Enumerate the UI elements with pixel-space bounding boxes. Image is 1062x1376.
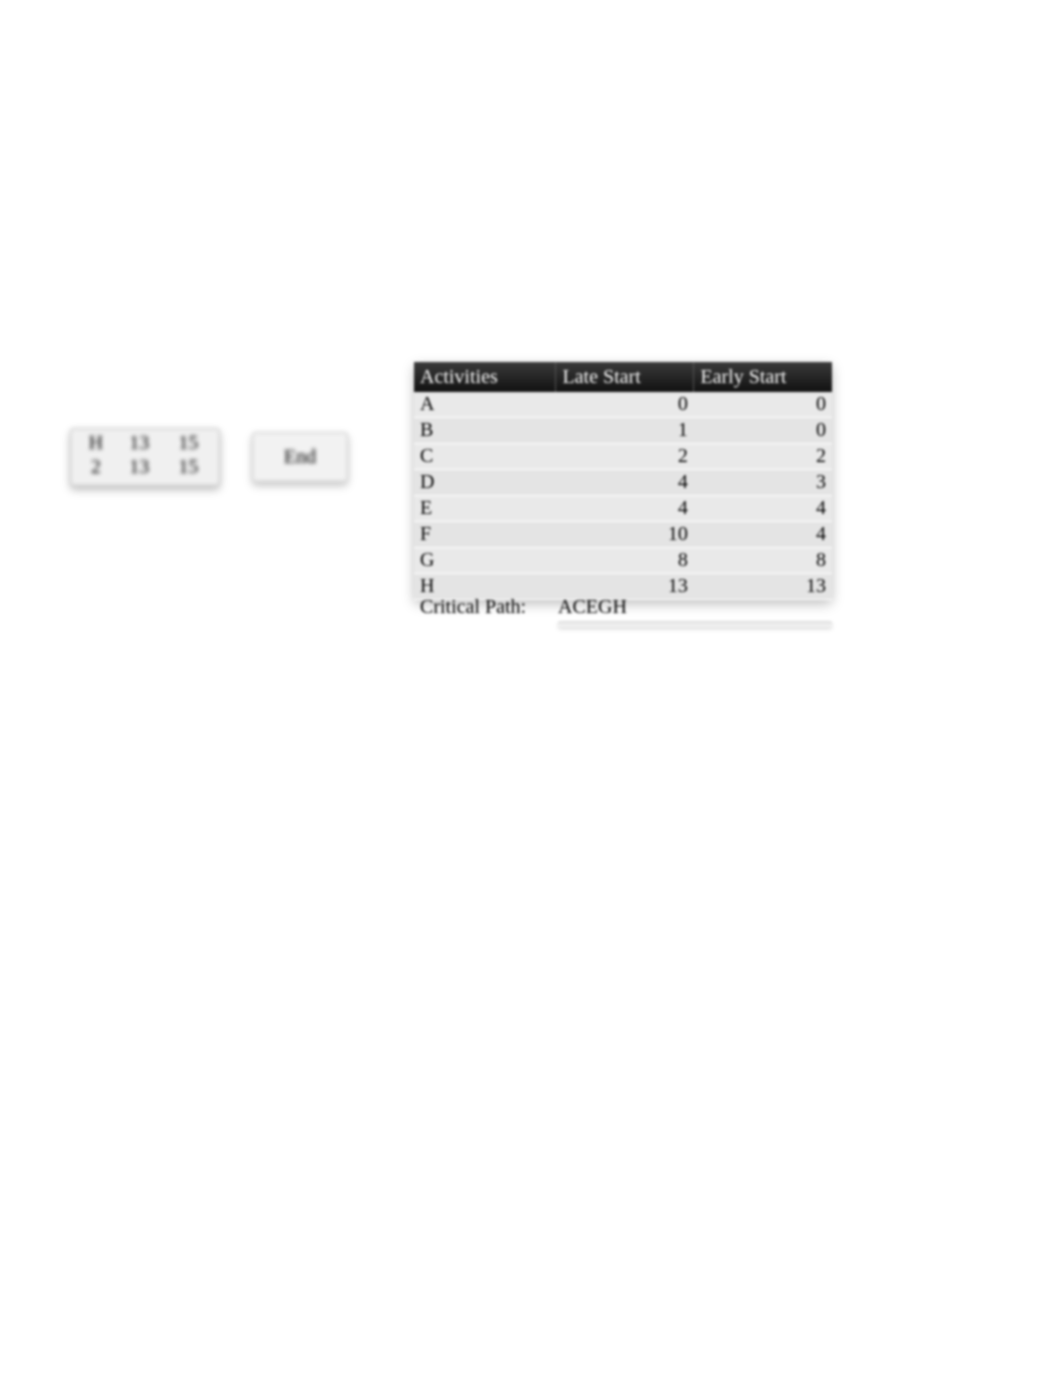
cell-early-start: 8 <box>694 548 832 574</box>
cell-late-start: 8 <box>556 548 694 574</box>
cell-late-start: 0 <box>556 392 694 418</box>
cell-early-start: 0 <box>694 392 832 418</box>
schedule-table: Activities Late Start Early Start A00B10… <box>414 362 832 600</box>
cell-activity: B <box>414 418 556 444</box>
table-row: E44 <box>414 496 832 522</box>
table-row: D43 <box>414 470 832 496</box>
table-row: F104 <box>414 522 832 548</box>
critical-path-underline <box>558 621 832 627</box>
cell-late-start: 4 <box>556 470 694 496</box>
cell-late-start: 1 <box>556 418 694 444</box>
node-h-es: 13 <box>115 431 164 455</box>
cell-activity: D <box>414 470 556 496</box>
cell-activity: C <box>414 444 556 470</box>
node-h-label: H <box>77 431 115 455</box>
cell-early-start: 3 <box>694 470 832 496</box>
header-late-start: Late Start <box>556 362 694 392</box>
table-row: G88 <box>414 548 832 574</box>
cell-activity: A <box>414 392 556 418</box>
critical-path-row: Critical Path: ACEGH <box>420 596 832 627</box>
header-early-start: Early Start <box>694 362 832 392</box>
critical-path-value: ACEGH <box>558 596 627 619</box>
cell-activity: E <box>414 496 556 522</box>
node-h-duration: 2 <box>77 455 115 479</box>
cell-activity: G <box>414 548 556 574</box>
activity-node-h: H 13 15 2 13 15 <box>70 428 220 486</box>
node-h-ef: 15 <box>164 431 213 455</box>
table-row: A00 <box>414 392 832 418</box>
cell-late-start: 4 <box>556 496 694 522</box>
cell-early-start: 2 <box>694 444 832 470</box>
activity-node-table: H 13 15 2 13 15 <box>77 431 213 479</box>
cell-activity: F <box>414 522 556 548</box>
critical-path-label: Critical Path: <box>420 596 558 627</box>
critical-path-value-wrap: ACEGH <box>558 596 832 627</box>
table-row: C22 <box>414 444 832 470</box>
cell-early-start: 0 <box>694 418 832 444</box>
cell-late-start: 2 <box>556 444 694 470</box>
table-header-row: Activities Late Start Early Start <box>414 362 832 392</box>
node-h-ls: 13 <box>115 455 164 479</box>
header-activities: Activities <box>414 362 556 392</box>
node-h-lf: 15 <box>164 455 213 479</box>
end-node: End <box>252 432 348 482</box>
cell-early-start: 4 <box>694 496 832 522</box>
schedule-table-container: Activities Late Start Early Start A00B10… <box>414 362 832 600</box>
end-node-label: End <box>284 446 316 469</box>
cell-late-start: 10 <box>556 522 694 548</box>
table-row: B10 <box>414 418 832 444</box>
cell-early-start: 4 <box>694 522 832 548</box>
